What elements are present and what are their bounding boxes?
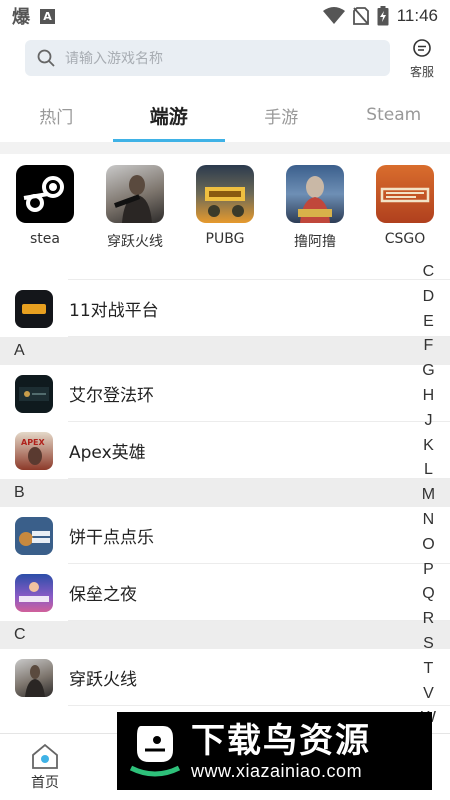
svg-text:APEX: APEX — [21, 438, 46, 447]
customer-service-button[interactable]: 客服 — [404, 38, 440, 80]
home-icon — [32, 743, 58, 769]
pubg-icon — [196, 165, 254, 223]
status-app-char: 爆 — [12, 7, 30, 28]
index-letter[interactable]: J — [424, 409, 432, 434]
game-list: 11对战平台 A 艾尔登法环 APEX Apex英雄 B 饼干点点乐 保垒之夜 … — [0, 262, 450, 706]
game-11-icon — [15, 289, 53, 328]
no-sim-icon — [352, 7, 369, 25]
game-name: 艾尔登法环 — [69, 386, 154, 406]
featured-name: CSGO — [384, 231, 426, 247]
index-letter[interactable]: E — [423, 310, 434, 335]
nav-home[interactable]: 首页 — [0, 734, 90, 800]
search-placeholder: 请输入游戏名称 — [65, 51, 163, 67]
index-letter[interactable]: C — [423, 260, 435, 285]
battery-icon — [377, 6, 389, 26]
list-top-spacer — [0, 262, 450, 280]
crossfire-icon — [106, 165, 164, 223]
watermark-title: 下载鸟资源 — [191, 720, 371, 761]
game-name: 穿跃火线 — [69, 670, 137, 690]
list-item[interactable]: APEX Apex英雄 — [0, 422, 450, 479]
featured-item[interactable]: CSGO — [360, 165, 450, 255]
section-header: B — [0, 479, 450, 507]
fortnite-icon — [15, 573, 53, 612]
tab-hot[interactable]: 热门 — [0, 88, 113, 142]
status-bar: 爆 A 11:46 — [0, 0, 450, 32]
index-letter[interactable]: O — [422, 533, 434, 558]
wifi-icon — [322, 7, 345, 24]
alphabet-index[interactable]: CDEFGHJKLMNOPQRSTVW — [421, 260, 436, 731]
elden-ring-icon — [15, 374, 53, 413]
index-letter[interactable]: T — [424, 657, 434, 682]
list-item[interactable]: 饼干点点乐 — [0, 507, 450, 564]
tab-label: 热门 — [39, 107, 74, 128]
index-letter[interactable]: V — [423, 682, 434, 707]
search-row: 请输入游戏名称 客服 — [0, 38, 450, 80]
featured-name: 穿跃火线 — [107, 234, 163, 250]
watermark-url: www.xiazainiao.com — [191, 760, 363, 781]
status-badge: A — [40, 8, 55, 24]
section-header: A — [0, 337, 450, 365]
watermark-banner: 下载鸟资源 www.xiazainiao.com — [117, 712, 432, 790]
chat-bubble-icon — [413, 39, 431, 57]
tab-pc-games[interactable]: 端游 — [112, 88, 226, 142]
featured-name: 撸阿撸 — [294, 234, 336, 250]
lol-icon — [286, 165, 344, 223]
index-letter[interactable]: K — [423, 434, 434, 459]
featured-name: stea — [30, 231, 60, 247]
apex-icon: APEX — [15, 431, 53, 470]
bird-logo-icon — [129, 726, 181, 777]
featured-item[interactable]: PUBG — [180, 165, 270, 255]
index-letter[interactable]: S — [423, 632, 434, 657]
category-tabs: 热门 端游 手游 Steam — [0, 88, 450, 142]
nav-home-label: 首页 — [31, 775, 59, 791]
tab-label: Steam — [366, 105, 422, 125]
customer-service-label: 客服 — [409, 65, 434, 79]
divider — [0, 142, 450, 154]
featured-item[interactable]: 穿跃火线 — [90, 165, 180, 255]
index-letter[interactable]: G — [422, 359, 434, 384]
game-name: 饼干点点乐 — [69, 528, 154, 548]
index-letter[interactable]: D — [423, 285, 435, 310]
featured-games: stea 穿跃火线 PUBG 撸阿撸 CSGO — [0, 165, 450, 255]
tab-label: 端游 — [149, 105, 188, 128]
section-header: C — [0, 621, 450, 649]
tab-mobile-games[interactable]: 手游 — [225, 88, 338, 142]
search-input[interactable]: 请输入游戏名称 — [25, 40, 390, 76]
index-letter[interactable]: Q — [422, 582, 434, 607]
status-time: 11:46 — [396, 6, 438, 25]
index-letter[interactable]: L — [424, 458, 433, 483]
csgo-icon — [376, 165, 434, 223]
index-letter[interactable]: P — [423, 558, 434, 583]
index-letter[interactable]: R — [423, 607, 435, 632]
list-item[interactable]: 艾尔登法环 — [0, 365, 450, 422]
list-item[interactable]: 保垒之夜 — [0, 564, 450, 621]
crossfire-icon — [15, 658, 53, 697]
cookie-clicker-icon — [15, 516, 53, 555]
featured-name: PUBG — [205, 231, 245, 247]
index-letter[interactable]: N — [423, 508, 435, 533]
game-name: 保垒之夜 — [69, 585, 137, 605]
tab-steam[interactable]: Steam — [338, 88, 450, 142]
featured-item[interactable]: stea — [0, 165, 90, 255]
search-icon — [37, 49, 55, 67]
game-name: Apex英雄 — [69, 443, 146, 463]
index-letter[interactable]: M — [422, 483, 435, 508]
index-letter[interactable]: H — [423, 384, 435, 409]
list-item[interactable]: 穿跃火线 — [0, 649, 450, 706]
list-item[interactable]: 11对战平台 — [0, 280, 450, 337]
featured-item[interactable]: 撸阿撸 — [270, 165, 360, 255]
steam-icon — [16, 165, 74, 223]
game-name: 11对战平台 — [69, 301, 159, 321]
index-letter[interactable]: F — [424, 334, 434, 359]
tab-label: 手游 — [264, 107, 299, 128]
